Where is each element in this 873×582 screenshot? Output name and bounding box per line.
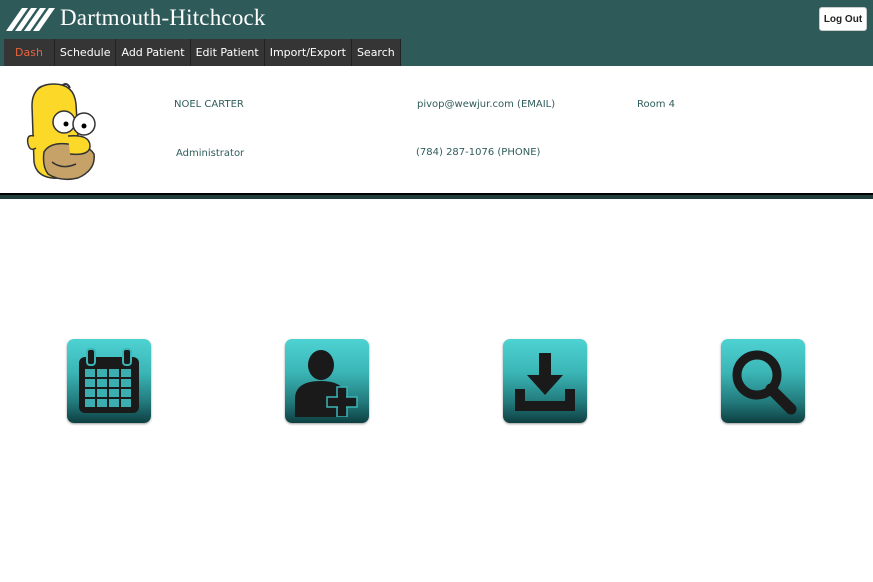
- avatar: [26, 83, 96, 181]
- add-patient-tile[interactable]: [285, 339, 369, 423]
- schedule-tile[interactable]: [67, 339, 151, 423]
- nav-item-dash[interactable]: Dash: [4, 39, 55, 66]
- profile-name: NOEL CARTER: [174, 99, 244, 110]
- search-icon: [732, 350, 797, 415]
- add-user-icon: [295, 350, 358, 417]
- profile-role: Administrator: [176, 148, 245, 159]
- nav-item-schedule[interactable]: Schedule: [54, 39, 117, 66]
- calendar-icon: [79, 348, 139, 413]
- app-header: Dartmouth-Hitchcock Log Out Dash Schedul…: [0, 0, 873, 66]
- logo-stripes-icon: [6, 8, 55, 31]
- logout-button[interactable]: Log Out: [819, 7, 867, 31]
- nav-item-add-patient[interactable]: Add Patient: [116, 39, 191, 66]
- brand-logo[interactable]: Dartmouth-Hitchcock: [6, 2, 266, 34]
- nav-item-search[interactable]: Search: [351, 39, 401, 66]
- profile-panel: NOEL CARTER Administrator pivop@wewjur.c…: [0, 66, 873, 199]
- profile-room: Room 4: [637, 99, 676, 110]
- profile-phone: (784) 287-1076 (PHONE): [416, 147, 541, 158]
- search-tile[interactable]: [721, 339, 805, 423]
- brand-name: Dartmouth-Hitchcock: [60, 5, 266, 30]
- nav-item-edit-patient[interactable]: Edit Patient: [190, 39, 265, 66]
- import-export-tile[interactable]: [503, 339, 587, 423]
- download-icon: [515, 353, 575, 411]
- nav-item-import-export[interactable]: Import/Export: [264, 39, 352, 66]
- main-nav: Dash Schedule Add Patient Edit Patient I…: [4, 39, 401, 66]
- profile-email: pivop@wewjur.com (EMAIL): [417, 99, 556, 110]
